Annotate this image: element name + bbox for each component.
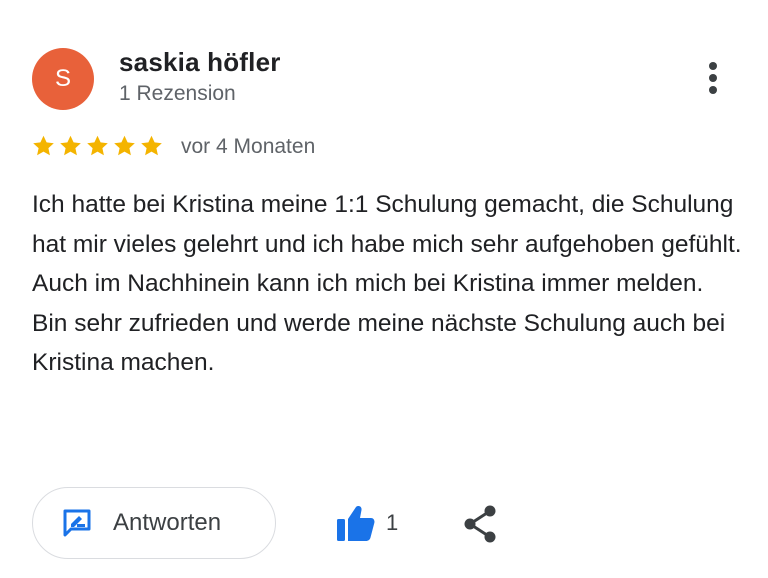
review-text-line: Ich hatte bei Kristina meine 1:1 Schulun… [32,191,742,258]
reply-button[interactable]: Antworten [32,487,276,559]
edit-comment-icon [61,507,93,539]
thumbs-up-icon [336,504,376,542]
review-text: Ich hatte bei Kristina meine 1:1 Schulun… [32,185,742,383]
star-icon [112,134,137,158]
reviewer-name[interactable]: saskia höfler [119,47,281,78]
like-count: 1 [386,510,399,535]
reviewer-review-count: 1 Rezension [119,82,236,105]
more-options-button[interactable] [698,58,728,98]
reviewer-avatar[interactable]: S [32,48,94,110]
star-icon [85,134,110,158]
star-icon [31,134,56,158]
share-icon [462,504,498,544]
share-button[interactable] [462,504,498,544]
review-text-line: Auch im Nachhinein kann ich mich bei Kri… [32,270,704,297]
star-icon [139,134,164,158]
reply-label: Antworten [113,509,222,536]
like-button[interactable]: 1 [336,504,398,542]
avatar-initial: S [54,65,71,92]
star-icon [58,134,83,158]
review-text-line: Bin sehr zufrieden und werde meine nächs… [32,309,726,377]
star-rating [31,134,164,158]
review-time: vor 4 Monaten [181,135,316,158]
